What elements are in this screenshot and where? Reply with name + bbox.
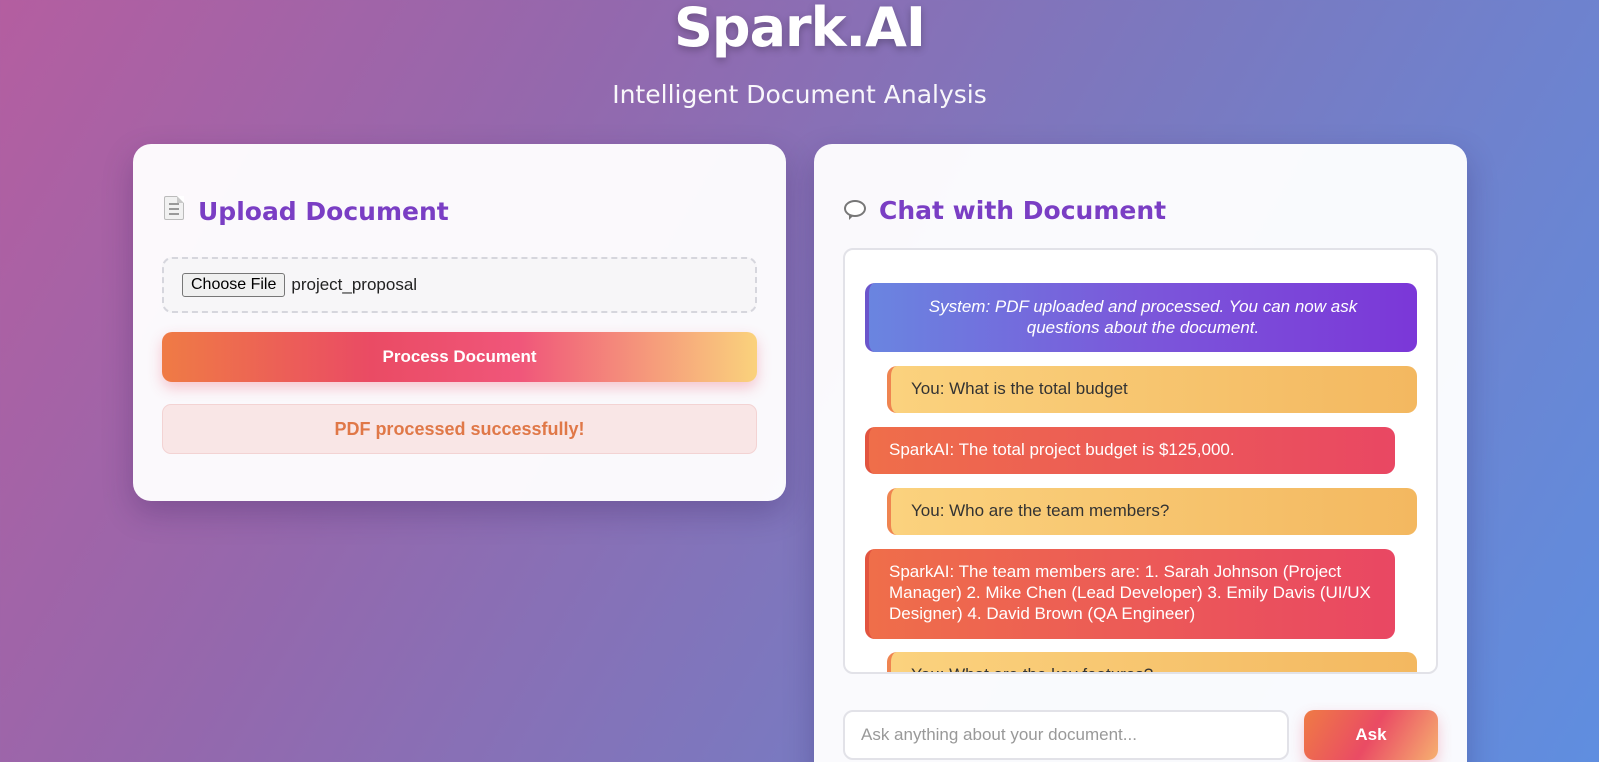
bot-message: SparkAI: The total project budget is $12…	[865, 427, 1395, 474]
chat-messages[interactable]: System: PDF uploaded and processed. You …	[843, 248, 1438, 674]
upload-heading: Upload Document	[162, 196, 449, 226]
chat-card: Chat with Document System: PDF uploaded …	[814, 144, 1467, 762]
choose-file-button[interactable]: Choose File	[182, 273, 286, 297]
user-message: You: What are the key features?	[887, 652, 1417, 672]
question-input[interactable]	[843, 710, 1289, 760]
user-message: You: Who are the team members?	[887, 488, 1417, 535]
process-document-button[interactable]: Process Document	[162, 332, 757, 382]
status-message: PDF processed successfully!	[162, 404, 757, 454]
upload-heading-label: Upload Document	[198, 196, 449, 226]
document-icon	[162, 196, 186, 226]
ask-button[interactable]: Ask	[1304, 710, 1438, 760]
file-upload-zone[interactable]: Choose File project_proposal	[162, 257, 757, 313]
chat-heading: Chat with Document	[843, 196, 1166, 225]
user-message: You: What is the total budget	[887, 366, 1417, 413]
upload-card: Upload Document Choose File project_prop…	[133, 144, 786, 501]
app-title: Spark.AI	[674, 0, 926, 59]
speech-bubble-icon	[843, 198, 867, 223]
bot-message: SparkAI: The team members are: 1. Sarah …	[865, 549, 1395, 639]
selected-file-name: project_proposal	[291, 275, 418, 294]
system-message: System: PDF uploaded and processed. You …	[865, 283, 1417, 352]
app-subtitle: Intelligent Document Analysis	[612, 80, 987, 109]
chat-heading-label: Chat with Document	[879, 196, 1167, 225]
